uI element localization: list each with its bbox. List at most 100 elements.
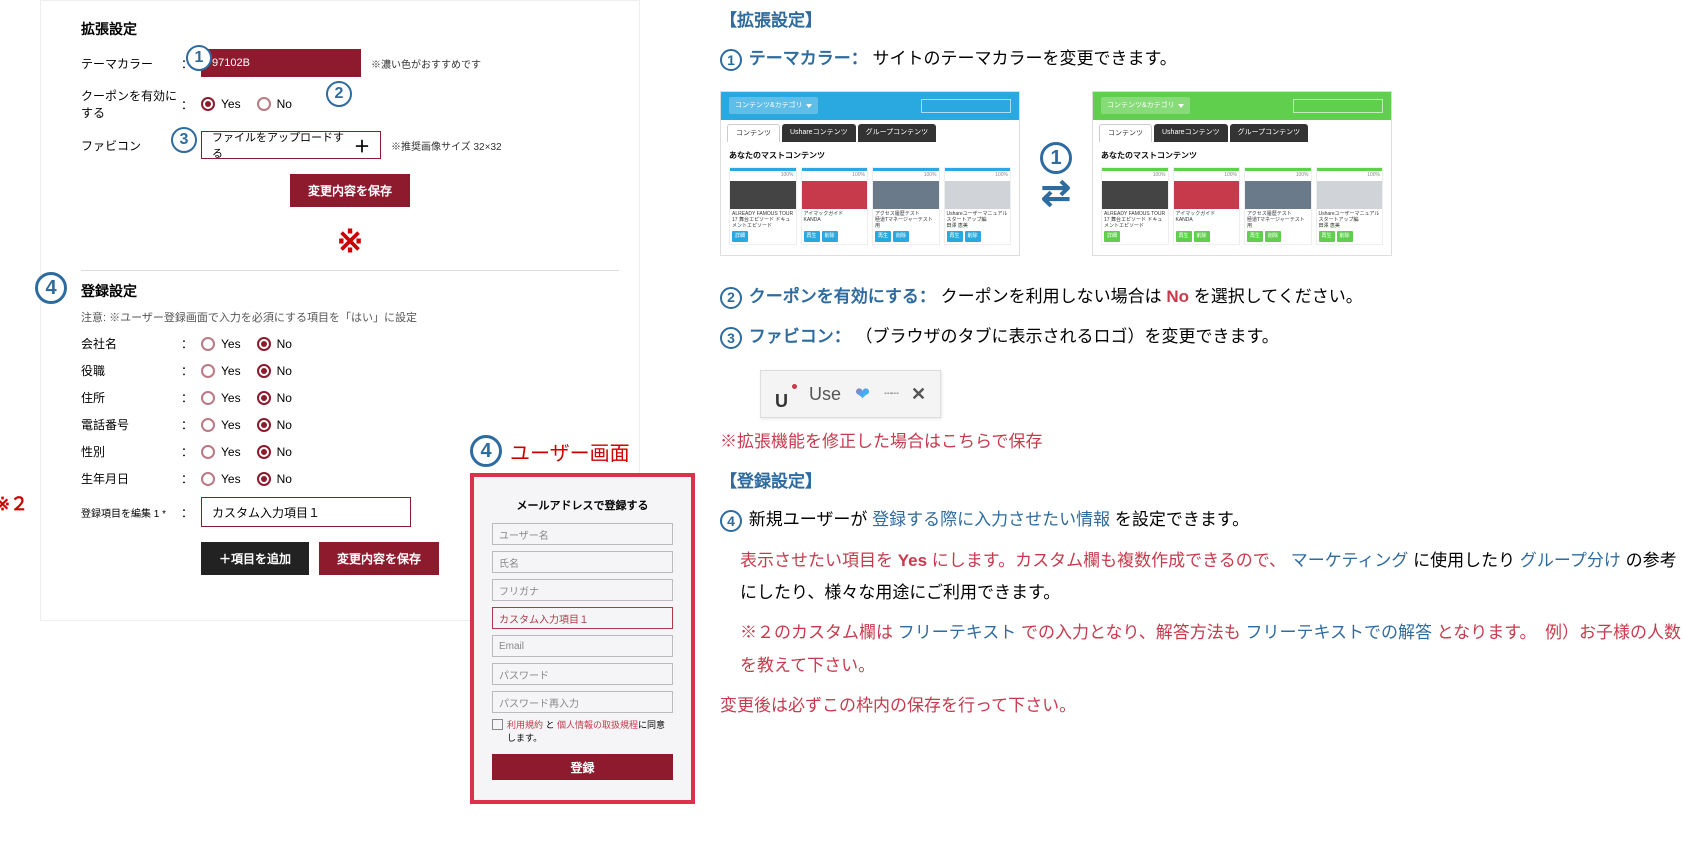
preview-menu-btn[interactable]: コンテンツ&カテゴリ: [1101, 97, 1190, 114]
reg-yes-radio[interactable]: [201, 337, 215, 351]
custom-item-input[interactable]: [201, 497, 411, 527]
custom-field[interactable]: カスタム入力項目１: [492, 607, 673, 629]
cross-mark-icon: ※: [81, 222, 619, 260]
registration-row: 役職：YesNo: [81, 362, 619, 379]
register-button[interactable]: 登録: [492, 754, 673, 780]
instr-coupon: 2 クーポンを有効にする： クーポンを利用しない場合は No を選択してください…: [720, 281, 1690, 313]
name-field[interactable]: 氏名: [492, 551, 673, 573]
advanced-settings-bracket: 【拡張設定】: [720, 5, 1690, 37]
thumb-button[interactable]: 削除: [965, 231, 981, 243]
preview-thumb[interactable]: 100%ALREADY FAMOUS TOUR 17 舞台エピソード ドキュメン…: [729, 167, 797, 245]
badge-4-popup: 4: [470, 435, 502, 467]
reg-no-radio[interactable]: [257, 364, 271, 378]
thumb-button[interactable]: 削除: [893, 231, 909, 243]
add-item-button[interactable]: ＋項目を追加: [201, 542, 309, 575]
reg-yes-radio[interactable]: [201, 418, 215, 432]
badge-1-between: 1: [1040, 142, 1072, 174]
reg-row-label: 電話番号: [81, 416, 181, 433]
reg-yes-radio[interactable]: [201, 472, 215, 486]
registration-row: 住所：YesNo: [81, 389, 619, 406]
thumb-button[interactable]: 詳細: [1104, 231, 1120, 243]
reg-no-radio[interactable]: [257, 391, 271, 405]
save-button-1[interactable]: 変更内容を保存: [290, 174, 410, 207]
reg-no-radio[interactable]: [257, 472, 271, 486]
preview-tab-3[interactable]: グループコンテンツ: [1230, 124, 1309, 142]
preview-menu-btn[interactable]: コンテンツ&カテゴリ: [729, 97, 818, 114]
thumb-image: [1174, 181, 1240, 209]
favicon-upload-text: ファイルをアップロードする: [212, 129, 354, 161]
tab-preview-text: Use: [809, 377, 841, 411]
thumb-button[interactable]: 削除: [1265, 231, 1281, 243]
thumb-button[interactable]: 再生: [947, 231, 963, 243]
password-field[interactable]: パスワード: [492, 663, 673, 685]
preview-tab-1[interactable]: コンテンツ: [1099, 124, 1152, 142]
instr-favicon-text: （ブラウザのタブに表示されるロゴ）を変更できます。: [855, 327, 1278, 346]
thumb-button[interactable]: 削除: [822, 231, 838, 243]
terms-checkbox[interactable]: [492, 719, 503, 730]
preview-tabs: コンテンツ Ushareコンテンツ グループコンテンツ: [1093, 120, 1391, 142]
heart-icon: ❤: [855, 377, 870, 411]
preview-thumb[interactable]: 100%Ushareユーザーマニュアル スタートアップ編田澤 恵美再生削除: [944, 167, 1012, 245]
reg-yes-radio[interactable]: [201, 364, 215, 378]
plus-icon: ＋: [354, 133, 370, 157]
theme-color-input[interactable]: 97102B: [201, 49, 361, 77]
preview-tab-2[interactable]: Ushareコンテンツ: [782, 124, 856, 142]
instr-theme: 1 テーマカラー： サイトのテーマカラーを変更できます。: [720, 43, 1690, 75]
thumb-image: [1245, 181, 1311, 209]
tab-dots-icon: ┄┄: [884, 380, 897, 407]
colon: ：: [181, 362, 201, 379]
registration-settings-bracket: 【登録設定】: [720, 466, 1690, 498]
password-confirm-field[interactable]: パスワード再入力: [492, 691, 673, 713]
reg-yes-radio[interactable]: [201, 391, 215, 405]
close-icon[interactable]: ✕: [911, 377, 926, 411]
preview-blue-header: コンテンツ&カテゴリ: [721, 92, 1019, 120]
thumb-button[interactable]: 再生: [875, 231, 891, 243]
preview-tab-1[interactable]: コンテンツ: [727, 124, 780, 142]
reg-no-radio[interactable]: [257, 418, 271, 432]
preview-thumb[interactable]: 100%アクセス履歴テスト極道Tマネージャーテスト用再生削除: [1244, 167, 1312, 245]
instr-theme-text: サイトのテーマカラーを変更できます。: [872, 49, 1176, 68]
preview-search[interactable]: [1293, 99, 1383, 113]
favicon-upload-input[interactable]: ファイルをアップロードする ＋: [201, 131, 381, 159]
thumb-button[interactable]: 削除: [1194, 231, 1210, 243]
favicon-label: ファビコン: [81, 137, 181, 154]
instr-theme-label: テーマカラー：: [749, 49, 868, 68]
preview-thumb[interactable]: 100%アクセス履歴テスト極道Tマネージャーテスト用再生削除: [872, 167, 940, 245]
instr6d: フリーテキストでの解答: [1246, 623, 1433, 642]
preview-thumb[interactable]: 100% アイマックガイドKANDA 再生削除: [1173, 167, 1241, 245]
instr-save-note: ※拡張機能を修正した場合はこちらで保存: [720, 426, 1690, 458]
thumb-button[interactable]: 再生: [1319, 231, 1335, 243]
thumb-caption: アイマックガイドKANDA: [1174, 209, 1240, 229]
thumb-button[interactable]: 再生: [804, 231, 820, 243]
reg-no-radio[interactable]: [257, 337, 271, 351]
reg-no-radio[interactable]: [257, 445, 271, 459]
kana-field[interactable]: フリガナ: [492, 579, 673, 601]
reg-yes-label: Yes: [221, 472, 241, 486]
thumb-button[interactable]: 削除: [1337, 231, 1353, 243]
thumb-percent: 100%: [730, 171, 796, 181]
preview-tab-2[interactable]: Ushareコンテンツ: [1154, 124, 1228, 142]
reg-yes-label: Yes: [221, 364, 241, 378]
preview-thumb[interactable]: 100%ALREADY FAMOUS TOUR 17 舞台エピソード ドキュメン…: [1101, 167, 1169, 245]
thumb-button[interactable]: 詳細: [732, 231, 748, 243]
thumb-percent: 100%: [1174, 171, 1240, 181]
thumb-caption: アイマックガイドKANDA: [802, 209, 868, 229]
instr5d: マーケティング: [1291, 551, 1409, 570]
preview-thumb[interactable]: 100%アイマックガイドKANDA再生削除: [801, 167, 869, 245]
email-field[interactable]: Email: [492, 635, 673, 657]
thumb-button[interactable]: 再生: [1247, 231, 1263, 243]
coupon-no-radio[interactable]: [257, 97, 271, 111]
preview-tab-3[interactable]: グループコンテンツ: [858, 124, 937, 142]
preview-search[interactable]: [921, 99, 1011, 113]
save-button-2[interactable]: 変更内容を保存: [319, 542, 439, 575]
thumb-image: [945, 181, 1011, 209]
theme-color-hint: ※濃い色がおすすめです: [371, 56, 481, 71]
terms-link-1[interactable]: 利用規約: [507, 720, 543, 730]
terms-link-2[interactable]: 個人情報の取扱規程: [557, 720, 638, 730]
reg-yes-radio[interactable]: [201, 445, 215, 459]
thumb-button[interactable]: 再生: [1176, 231, 1192, 243]
theme-color-row: テーマカラー 1 ： 97102B ※濃い色がおすすめです: [81, 49, 619, 77]
preview-thumb[interactable]: 100%Ushareユーザーマニュアル スタートアップ編田澤 恵美再生削除: [1316, 167, 1384, 245]
coupon-yes-radio[interactable]: [201, 97, 215, 111]
username-field[interactable]: ユーザー名: [492, 523, 673, 545]
